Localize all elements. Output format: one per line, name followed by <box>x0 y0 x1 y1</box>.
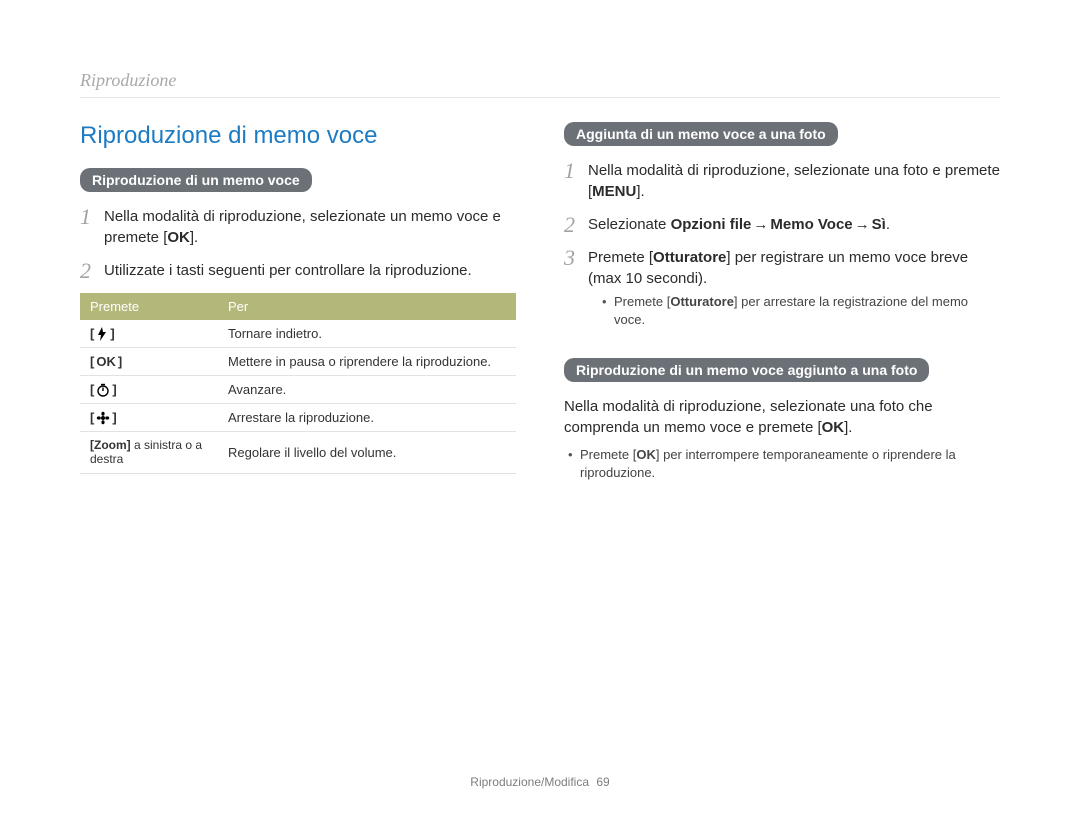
step-3: 3 Premete [Otturatore] per registrare un… <box>564 247 1000 328</box>
list-item: Premete [Otturatore] per arrestare la re… <box>602 293 1000 328</box>
page-number: 69 <box>596 775 609 789</box>
step-text: Utilizzate i tasti seguenti per controll… <box>104 262 472 279</box>
ok-icon: [OK] <box>90 354 122 369</box>
table-header: Per <box>218 293 516 320</box>
section-pill-left: Riproduzione di un memo voce <box>80 168 312 192</box>
breadcrumb: Riproduzione <box>80 70 1000 98</box>
table-row: [ ] Tornare indietro. <box>80 320 516 348</box>
page-footer: Riproduzione/Modifica 69 <box>0 775 1080 789</box>
paragraph: Nella modalità di riproduzione, selezion… <box>564 396 1000 438</box>
step-2: 2 Selezionate Opzioni file → Memo Voce →… <box>564 214 1000 235</box>
page-title: Riproduzione di memo voce <box>80 122 516 150</box>
table-cell: Avanzare. <box>218 376 516 404</box>
menu-icon: MENU <box>592 183 636 200</box>
step-number: 2 <box>80 256 91 287</box>
step-text: ]. <box>636 183 644 200</box>
option-label: Sì <box>872 216 886 233</box>
steps-right-a: 1 Nella modalità di riproduzione, selezi… <box>564 160 1000 328</box>
table-row: [ ] Arrestare la riproduzione. <box>80 404 516 432</box>
content-columns: Riproduzione di memo voce Riproduzione d… <box>80 122 1000 485</box>
step-1: 1 Nella modalità di riproduzione, selezi… <box>564 160 1000 202</box>
table-cell: Mettere in pausa o riprendere la riprodu… <box>218 348 516 376</box>
table-row: [OK] Mettere in pausa o riprendere la ri… <box>80 348 516 376</box>
option-label: Opzioni file <box>671 216 752 233</box>
steps-left: 1 Nella modalità di riproduzione, selezi… <box>80 206 516 281</box>
shutter-label: Otturatore <box>653 249 726 266</box>
step-text: ]. <box>190 229 198 246</box>
table-row: [ ] Avanzare. <box>80 376 516 404</box>
ok-icon: OK <box>822 419 845 436</box>
arrow-icon: → <box>751 214 770 235</box>
table-cell: Arrestare la riproduzione. <box>218 404 516 432</box>
step-2: 2 Utilizzate i tasti seguenti per contro… <box>80 260 516 281</box>
step-number: 3 <box>564 243 575 274</box>
flower-icon: [ ] <box>90 410 117 425</box>
option-label: Memo Voce <box>770 216 852 233</box>
timer-icon: [ ] <box>90 382 117 397</box>
step-number: 1 <box>80 202 91 233</box>
table-cell: Regolare il livello del volume. <box>218 432 516 474</box>
table-cell: Tornare indietro. <box>218 320 516 348</box>
arrow-icon: → <box>853 214 872 235</box>
shutter-label: Otturatore <box>670 294 734 309</box>
step-number: 2 <box>564 210 575 241</box>
page: Riproduzione Riproduzione di memo voce R… <box>0 0 1080 815</box>
ok-icon: OK <box>167 229 190 246</box>
sub-bullets: Premete [Otturatore] per arrestare la re… <box>588 293 1000 328</box>
step-text: Nella modalità di riproduzione, selezion… <box>588 162 1000 200</box>
ok-icon: OK <box>636 447 656 462</box>
flash-icon: [ ] <box>90 326 115 341</box>
sub-bullets: Premete [OK] per interrompere temporanea… <box>564 446 1000 481</box>
zoom-label: [Zoom] a sinistra o a destra <box>90 438 208 467</box>
step-text: Premete [ <box>588 249 653 266</box>
step-text: . <box>886 216 890 233</box>
section-pill-right-b: Riproduzione di un memo voce aggiunto a … <box>564 358 929 382</box>
section-pill-right-a: Aggiunta di un memo voce a una foto <box>564 122 838 146</box>
table-row: [Zoom] a sinistra o a destra Regolare il… <box>80 432 516 474</box>
left-column: Riproduzione di memo voce Riproduzione d… <box>80 122 516 485</box>
step-text: Selezionate <box>588 216 671 233</box>
step-text: Nella modalità di riproduzione, selezion… <box>104 208 501 246</box>
controls-table: Premete Per [ ] Tornare indietr <box>80 293 516 474</box>
list-item: Premete [OK] per interrompere temporanea… <box>568 446 1000 481</box>
step-1: 1 Nella modalità di riproduzione, selezi… <box>80 206 516 248</box>
table-header: Premete <box>80 293 218 320</box>
step-number: 1 <box>564 156 575 187</box>
footer-label: Riproduzione/Modifica <box>470 775 589 789</box>
right-column: Aggiunta di un memo voce a una foto 1 Ne… <box>564 122 1000 485</box>
